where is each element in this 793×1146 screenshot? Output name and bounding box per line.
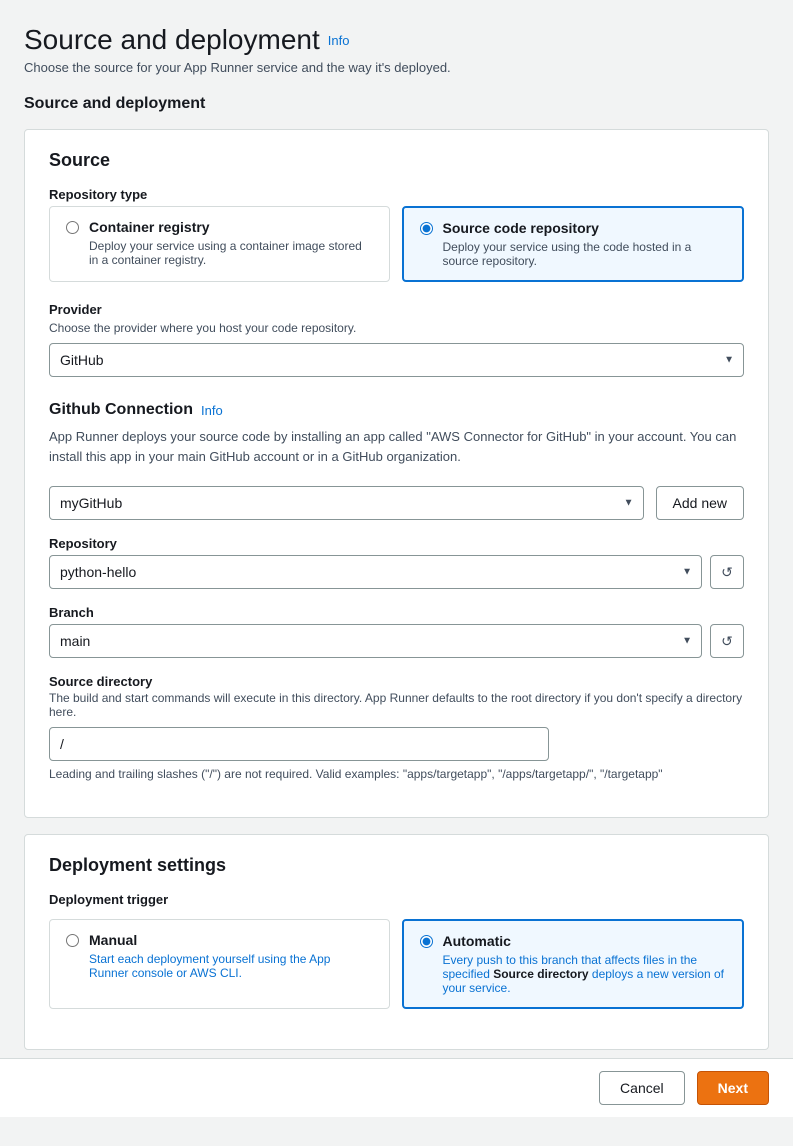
provider-sublabel: Choose the provider where you host your … [49, 321, 744, 335]
repository-input-row: python-hello ↺ [49, 555, 744, 589]
radio-source-code-repository[interactable] [420, 222, 433, 235]
container-registry-desc: Deploy your service using a container im… [89, 239, 373, 267]
radio-option-manual[interactable]: Manual Start each deployment yourself us… [49, 919, 390, 1009]
section-heading: Source and deployment [24, 95, 769, 113]
automatic-title: Automatic [443, 933, 727, 949]
provider-select[interactable]: GitHub Bitbucket [49, 343, 744, 377]
branch-select-wrapper: main dev [49, 624, 702, 658]
radio-manual[interactable] [66, 934, 79, 947]
source-dir-sublabel: The build and start commands will execut… [49, 691, 744, 719]
radio-automatic[interactable] [420, 935, 433, 948]
connection-select[interactable]: myGitHub [49, 486, 644, 520]
connection-select-wrapper: myGitHub [49, 486, 644, 520]
source-card: Source Repository type Container registr… [24, 129, 769, 818]
deployment-trigger-options: Manual Start each deployment yourself us… [49, 919, 744, 1009]
automatic-desc: Every push to this branch that affects f… [443, 953, 727, 995]
github-connection-desc: App Runner deploys your source code by i… [49, 427, 744, 466]
cancel-button[interactable]: Cancel [599, 1071, 685, 1105]
connection-row: myGitHub Add new [49, 486, 744, 520]
deployment-card-title: Deployment settings [49, 855, 744, 876]
source-dir-input[interactable] [49, 727, 549, 761]
provider-label: Provider [49, 302, 744, 317]
page-info-link[interactable]: Info [328, 33, 350, 48]
radio-option-container-registry[interactable]: Container registry Deploy your service u… [49, 206, 390, 282]
source-dir-hint: Leading and trailing slashes ("/") are n… [49, 767, 744, 781]
radio-container-registry[interactable] [66, 221, 79, 234]
source-dir-label: Source directory [49, 674, 744, 689]
deployment-settings-card: Deployment settings Deployment trigger M… [24, 834, 769, 1050]
add-new-button[interactable]: Add new [656, 486, 744, 520]
next-button[interactable]: Next [697, 1071, 769, 1105]
github-connection-section: Github Connection Info App Runner deploy… [49, 401, 744, 781]
branch-refresh-button[interactable]: ↺ [710, 624, 744, 658]
source-code-repo-title: Source code repository [443, 220, 727, 236]
radio-option-automatic[interactable]: Automatic Every push to this branch that… [402, 919, 745, 1009]
provider-select-wrapper: GitHub Bitbucket [49, 343, 744, 377]
branch-label: Branch [49, 605, 744, 620]
deployment-trigger-label: Deployment trigger [49, 892, 744, 907]
repository-type-label: Repository type [49, 187, 744, 202]
container-registry-title: Container registry [89, 219, 373, 235]
manual-title: Manual [89, 932, 373, 948]
page-title: Source and deployment [24, 24, 320, 56]
branch-input-row: main dev ↺ [49, 624, 744, 658]
github-connection-info-link[interactable]: Info [201, 403, 223, 418]
source-card-title: Source [49, 150, 744, 171]
repository-type-options: Container registry Deploy your service u… [49, 206, 744, 282]
repository-select[interactable]: python-hello [49, 555, 702, 589]
repository-select-wrapper: python-hello [49, 555, 702, 589]
branch-select[interactable]: main dev [49, 624, 702, 658]
manual-desc: Start each deployment yourself using the… [89, 952, 373, 980]
branch-field-row: Branch main dev ↺ [49, 605, 744, 658]
github-connection-title: Github Connection [49, 401, 193, 419]
repository-field-row: Repository python-hello ↺ [49, 536, 744, 589]
provider-section: Provider Choose the provider where you h… [49, 302, 744, 377]
footer-bar: Cancel Next [0, 1058, 793, 1117]
repository-refresh-button[interactable]: ↺ [710, 555, 744, 589]
page-subtitle: Choose the source for your App Runner se… [24, 60, 769, 75]
repository-label: Repository [49, 536, 744, 551]
radio-option-source-code-repository[interactable]: Source code repository Deploy your servi… [402, 206, 745, 282]
source-directory-field-row: Source directory The build and start com… [49, 674, 744, 781]
source-code-repo-desc: Deploy your service using the code hoste… [443, 240, 727, 268]
